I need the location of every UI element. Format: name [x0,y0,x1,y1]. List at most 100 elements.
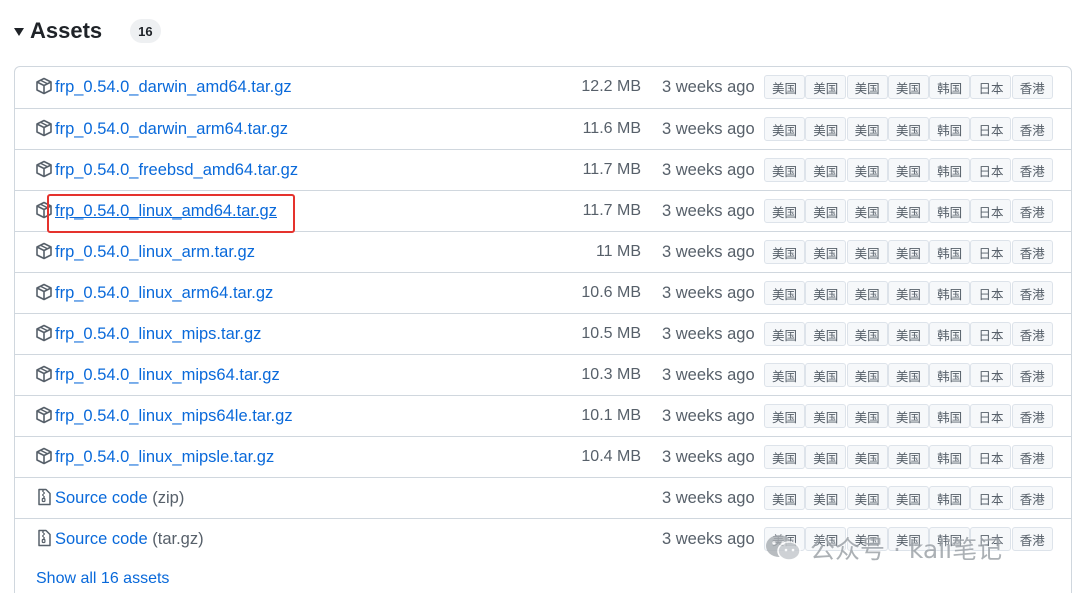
asset-size: 12.2 MB [581,78,641,95]
mirror-button[interactable]: 美国 [764,322,805,346]
mirror-button[interactable]: 香港 [1011,445,1053,469]
mirror-button[interactable]: 美国 [887,158,929,182]
mirror-button[interactable]: 美国 [764,281,805,305]
mirror-button[interactable]: 美国 [764,363,805,387]
mirror-button[interactable]: 美国 [805,281,847,305]
mirror-button[interactable]: 香港 [1011,404,1053,428]
mirror-button[interactable]: 香港 [1011,117,1053,141]
mirror-button[interactable]: 韩国 [929,199,971,223]
mirror-button[interactable]: 美国 [764,117,805,141]
mirror-button[interactable]: 美国 [846,363,888,387]
asset-download-link[interactable]: frp_0.54.0_linux_arm64.tar.gz [55,284,273,303]
mirror-button[interactable]: 美国 [887,199,929,223]
mirror-button[interactable]: 美国 [805,240,847,264]
asset-download-link[interactable]: frp_0.54.0_linux_mips64.tar.gz [55,366,280,385]
asset-download-link[interactable]: frp_0.54.0_linux_mips64le.tar.gz [55,407,293,426]
mirror-button[interactable]: 韩国 [929,158,971,182]
mirror-button[interactable]: 日本 [970,322,1012,346]
mirror-button[interactable]: 美国 [805,199,847,223]
assets-header[interactable]: Assets 16 [14,14,161,48]
caret-down-icon[interactable] [14,28,24,36]
mirror-button[interactable]: 美国 [764,158,805,182]
asset-download-link[interactable]: frp_0.54.0_freebsd_amd64.tar.gz [55,161,298,180]
mirror-button[interactable]: 韩国 [929,363,971,387]
mirror-button[interactable]: 美国 [805,322,847,346]
asset-download-link[interactable]: frp_0.54.0_darwin_amd64.tar.gz [55,78,292,97]
mirror-button[interactable]: 韩国 [929,240,971,264]
show-all-assets-link[interactable]: Show all 16 assets [36,570,169,588]
mirror-button[interactable]: 韩国 [929,75,971,99]
asset-download-link[interactable]: frp_0.54.0_linux_amd64.tar.gz [55,202,277,221]
mirror-button[interactable]: 香港 [1011,240,1053,264]
asset-size: 10.1 MB [581,407,641,424]
mirror-button[interactable]: 美国 [846,158,888,182]
mirror-button[interactable]: 韩国 [929,486,971,510]
mirror-button[interactable]: 美国 [764,404,805,428]
mirror-button[interactable]: 美国 [846,486,888,510]
mirror-button[interactable]: 美国 [887,281,929,305]
mirror-button[interactable]: 美国 [887,117,929,141]
mirror-button[interactable]: 美国 [846,281,888,305]
mirror-button[interactable]: 日本 [970,404,1012,428]
asset-download-link[interactable]: frp_0.54.0_darwin_arm64.tar.gz [55,120,288,139]
mirror-button[interactable]: 美国 [887,240,929,264]
mirror-button[interactable]: 美国 [805,158,847,182]
mirror-button[interactable]: 美国 [805,117,847,141]
mirror-button[interactable]: 美国 [805,445,847,469]
mirror-button[interactable]: 美国 [887,486,929,510]
mirror-button[interactable]: 韩国 [929,281,971,305]
mirror-button[interactable]: 美国 [887,75,929,99]
mirror-button[interactable]: 香港 [1011,363,1053,387]
mirror-button[interactable]: 美国 [887,445,929,469]
asset-download-link[interactable]: frp_0.54.0_linux_mipsle.tar.gz [55,448,274,467]
mirror-button[interactable]: 韩国 [929,322,971,346]
mirror-button[interactable]: 美国 [805,404,847,428]
asset-time: 3 weeks ago [662,120,755,138]
mirror-button[interactable]: 日本 [970,117,1012,141]
mirror-button[interactable]: 韩国 [929,117,971,141]
mirror-button[interactable]: 香港 [1011,527,1053,551]
mirror-button[interactable]: 日本 [970,363,1012,387]
mirror-button[interactable]: 美国 [764,240,805,264]
mirror-button[interactable]: 美国 [846,322,888,346]
mirror-button[interactable]: 美国 [805,363,847,387]
mirror-button[interactable]: 日本 [970,158,1012,182]
mirror-button[interactable]: 美国 [764,75,805,99]
mirror-button[interactable]: 日本 [970,199,1012,223]
asset-download-link[interactable]: Source code (zip) [55,489,184,508]
asset-size: 10.4 MB [581,448,641,465]
asset-download-link[interactable]: frp_0.54.0_linux_mips.tar.gz [55,325,261,344]
mirror-button[interactable]: 香港 [1011,281,1053,305]
mirror-button[interactable]: 香港 [1011,158,1053,182]
asset-download-link[interactable]: frp_0.54.0_linux_arm.tar.gz [55,243,255,262]
mirror-button[interactable]: 美国 [764,486,805,510]
mirror-button[interactable]: 香港 [1011,199,1053,223]
mirror-button[interactable]: 韩国 [929,445,971,469]
asset-download-link[interactable]: Source code (tar.gz) [55,530,204,549]
mirror-button[interactable]: 美国 [846,445,888,469]
package-icon [35,242,55,262]
mirror-button[interactable]: 日本 [970,75,1012,99]
asset-time: 3 weeks ago [662,366,755,384]
mirror-button[interactable]: 日本 [970,281,1012,305]
mirror-button[interactable]: 日本 [970,240,1012,264]
mirror-button[interactable]: 美国 [846,117,888,141]
mirror-button[interactable]: 美国 [887,363,929,387]
mirror-button[interactable]: 美国 [846,240,888,264]
mirror-button[interactable]: 韩国 [929,404,971,428]
mirror-button[interactable]: 美国 [887,322,929,346]
mirror-button[interactable]: 日本 [970,445,1012,469]
mirror-button[interactable]: 美国 [805,486,847,510]
asset-row: frp_0.54.0_linux_arm.tar.gz 11 MB 3 weeks … [15,231,1071,272]
mirror-button[interactable]: 美国 [846,404,888,428]
mirror-button[interactable]: 美国 [805,75,847,99]
mirror-button[interactable]: 美国 [846,199,888,223]
mirror-button[interactable]: 美国 [846,75,888,99]
mirror-button[interactable]: 香港 [1011,75,1053,99]
mirror-button[interactable]: 香港 [1011,322,1053,346]
mirror-button[interactable]: 日本 [970,486,1012,510]
mirror-button[interactable]: 美国 [764,199,805,223]
mirror-button[interactable]: 美国 [764,445,805,469]
mirror-button[interactable]: 香港 [1011,486,1053,510]
mirror-button[interactable]: 美国 [887,404,929,428]
